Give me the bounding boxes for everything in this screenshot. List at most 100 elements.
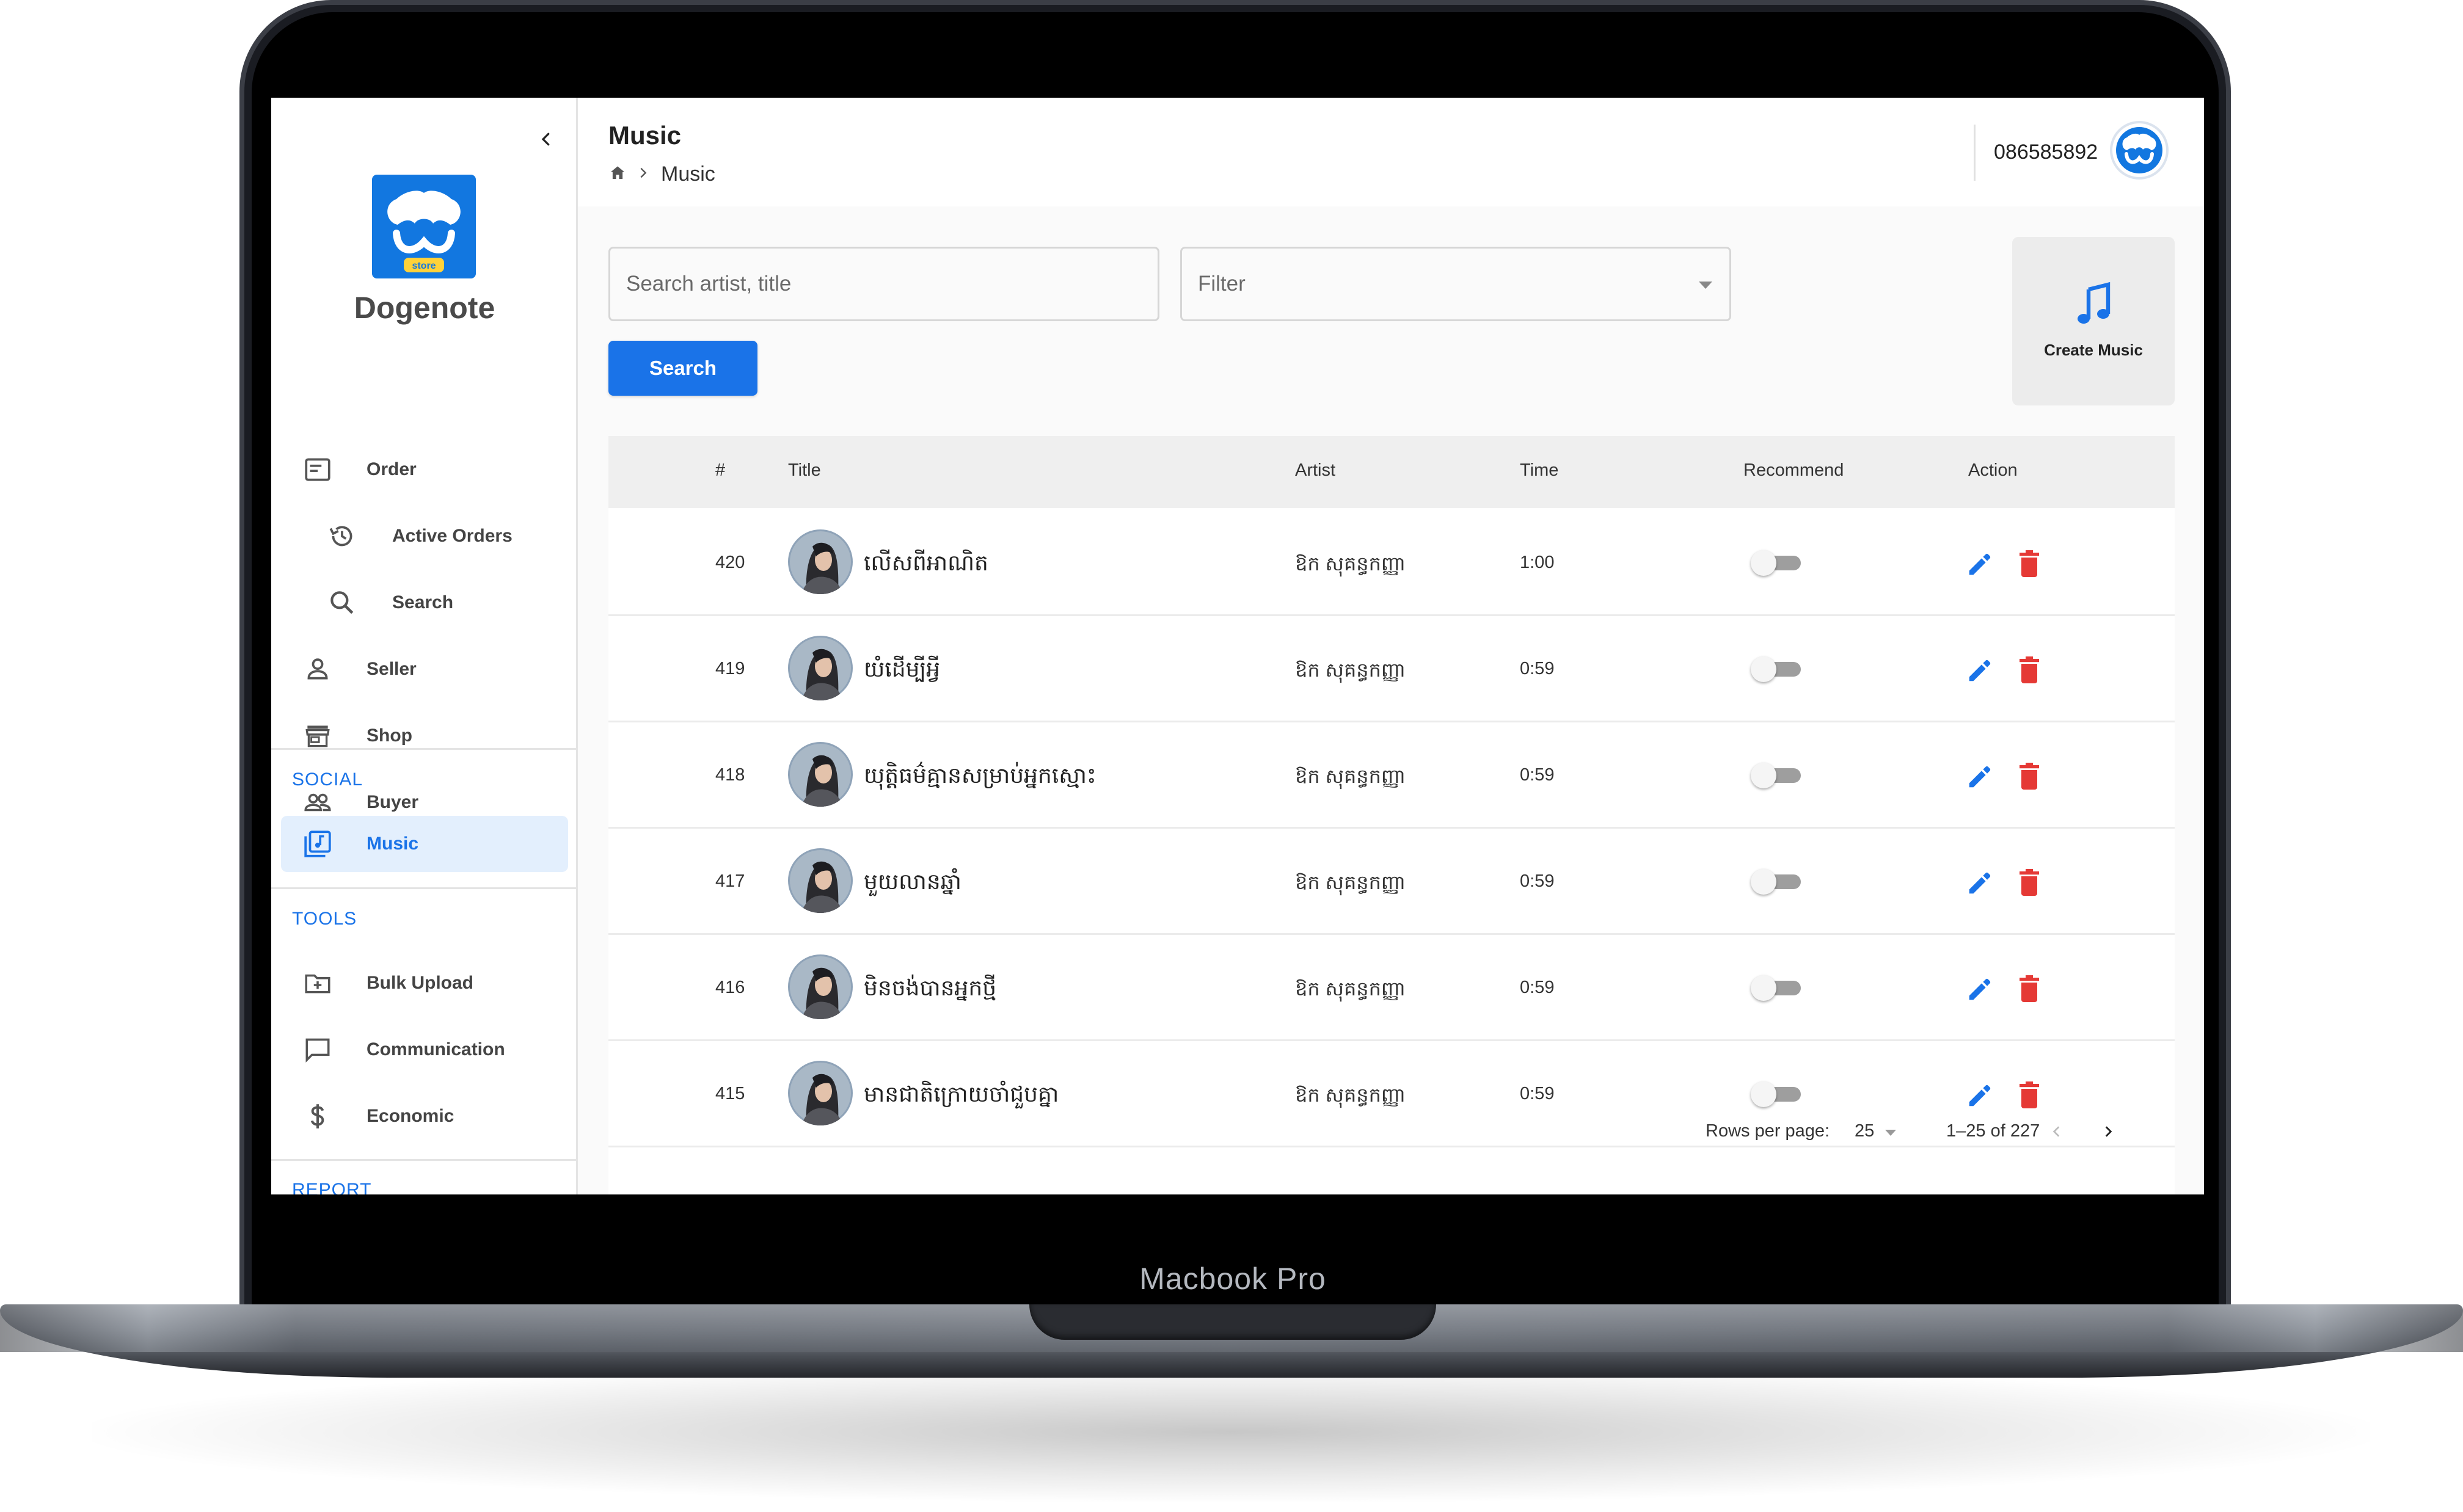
- artist-thumbnail: [788, 529, 853, 594]
- delete-icon[interactable]: [2017, 1080, 2042, 1110]
- search-icon: [324, 584, 360, 621]
- edit-icon[interactable]: [1966, 550, 1994, 578]
- edit-icon[interactable]: [1966, 656, 1994, 685]
- breadcrumb-current: Music: [661, 162, 715, 186]
- rows-per-page-select[interactable]: 25: [1855, 1121, 1874, 1141]
- table-row[interactable]: 420 លើសពីអាណិត ឱក សុគន្ធកញ្ញា 1:00: [608, 510, 2175, 616]
- row-number: 415: [715, 1084, 745, 1103]
- chevron-right-icon: [637, 166, 650, 183]
- table-row[interactable]: 416 មិនចង់បានអ្នកថ្មី ឱក សុគន្ធកញ្ញា 0:59: [608, 935, 2175, 1041]
- dropdown-caret-icon: [1885, 1130, 1896, 1136]
- sidebar-item-label: Active Orders: [392, 526, 513, 546]
- brand-name: Dogenote: [354, 291, 495, 325]
- filter-select[interactable]: Filter: [1180, 247, 1731, 321]
- sidebar-item-economic[interactable]: Economic: [281, 1088, 568, 1144]
- header-divider: [1974, 125, 1976, 181]
- song-artist: ឱក សុគន្ធកញ្ញា: [1295, 978, 1406, 1000]
- delete-icon[interactable]: [2017, 868, 2042, 897]
- search-button[interactable]: Search: [608, 341, 757, 396]
- table-row[interactable]: 418 យុត្តិធម៌គ្មានសម្រាប់អ្នកស្មោះ ឱក សុគន…: [608, 722, 2175, 829]
- row-number: 419: [715, 659, 745, 678]
- sidebar-item-label: Economic: [367, 1106, 454, 1126]
- breadcrumb: Music: [608, 159, 715, 189]
- toggle-knob: [1751, 763, 1776, 788]
- toggle-knob: [1751, 975, 1776, 1001]
- delete-icon[interactable]: [2017, 655, 2042, 685]
- sidebar-item-music[interactable]: Music: [281, 816, 568, 872]
- row-number: 418: [715, 765, 745, 785]
- row-number: 420: [715, 553, 745, 572]
- column-header-artist[interactable]: Artist: [1295, 460, 1335, 481]
- edit-icon[interactable]: [1966, 1081, 1994, 1110]
- column-header-number[interactable]: #: [715, 460, 725, 481]
- column-header-title[interactable]: Title: [788, 460, 821, 481]
- row-number: 416: [715, 978, 745, 997]
- home-icon[interactable]: [608, 164, 627, 185]
- prev-page-button[interactable]: [2042, 1116, 2072, 1147]
- artist-thumbnail: [788, 636, 853, 700]
- sidebar-item-label: Buyer: [367, 792, 419, 812]
- toggle-knob: [1751, 656, 1776, 682]
- next-page-button[interactable]: [2093, 1116, 2123, 1147]
- chevron-left-icon: [541, 133, 550, 146]
- section-label-tools: TOOLS: [292, 909, 357, 929]
- delete-icon[interactable]: [2017, 549, 2042, 578]
- chevron-left-icon: [2052, 1126, 2060, 1137]
- song-title: យុត្តិធម៌គ្មានសម្រាប់អ្នកស្មោះ: [864, 763, 1096, 788]
- sidebar-item-order[interactable]: Order: [281, 442, 568, 498]
- song-artist: ឱក សុគន្ធកញ្ញា: [1295, 553, 1406, 575]
- laptop-shadow: [92, 1362, 2370, 1502]
- sidebar-item-active-orders[interactable]: Active Orders: [281, 508, 568, 564]
- row-number: 417: [715, 871, 745, 891]
- toggle-knob: [1751, 1081, 1776, 1107]
- edit-icon[interactable]: [1966, 975, 1994, 1003]
- dropdown-caret-icon: [1699, 282, 1712, 289]
- song-artist: ឱក សុគន្ធកញ្ញា: [1295, 1084, 1406, 1106]
- edit-icon[interactable]: [1966, 763, 1994, 791]
- song-title: មួយលានឆ្នាំ: [864, 869, 961, 894]
- dollar-icon: [299, 1098, 336, 1135]
- sidebar-item-shop[interactable]: Shop: [281, 708, 568, 764]
- music-table: # Title Artist Time Recommend Action 420…: [608, 436, 2175, 1194]
- table-row[interactable]: 419 យំដើម្បីអ្វី ឱក សុគន្ធកញ្ញា 0:59: [608, 616, 2175, 722]
- song-duration: 1:00: [1520, 553, 1555, 572]
- recommend-toggle[interactable]: [1751, 763, 1802, 788]
- recommend-toggle[interactable]: [1751, 656, 1802, 682]
- sidebar-divider: [271, 1159, 576, 1161]
- rows-per-page-label: Rows per page:: [1706, 1121, 1830, 1141]
- chat-icon: [299, 1031, 336, 1068]
- sidebar-item-bulk-upload[interactable]: Bulk Upload: [281, 955, 568, 1011]
- edit-icon[interactable]: [1966, 869, 1994, 897]
- sidebar-item-label: Shop: [367, 725, 412, 746]
- create-music-button[interactable]: Create Music: [2012, 237, 2175, 405]
- sidebar-item-communication[interactable]: Communication: [281, 1022, 568, 1078]
- recommend-toggle[interactable]: [1751, 869, 1802, 895]
- delete-icon[interactable]: [2017, 761, 2042, 791]
- recommend-toggle[interactable]: [1751, 1081, 1802, 1107]
- recommend-toggle[interactable]: [1751, 550, 1802, 576]
- chevron-right-icon: [2105, 1126, 2112, 1137]
- sidebar-item-search[interactable]: Search: [281, 575, 568, 631]
- collapse-sidebar-button[interactable]: [528, 121, 564, 158]
- artist-thumbnail: [788, 954, 853, 1019]
- column-header-recommend[interactable]: Recommend: [1743, 460, 1844, 481]
- sidebar-item-label: Communication: [367, 1039, 505, 1059]
- create-music-label: Create Music: [2044, 341, 2143, 359]
- column-header-time[interactable]: Time: [1520, 460, 1558, 481]
- column-header-action: Action: [1968, 460, 2018, 480]
- sidebar-item-label: Music: [367, 834, 419, 854]
- search-input[interactable]: [608, 247, 1159, 321]
- library-music-icon: [299, 826, 336, 862]
- table-header: # Title Artist Time Recommend Action: [608, 436, 2175, 508]
- table-row[interactable]: 417 មួយលានឆ្នាំ ឱក សុគន្ធកញ្ញា 0:59: [608, 829, 2175, 935]
- sidebar-item-seller[interactable]: Seller: [281, 641, 568, 697]
- artist-thumbnail: [788, 848, 853, 913]
- avatar[interactable]: [2110, 121, 2169, 180]
- top-header: Music Music 086585892: [578, 98, 2204, 206]
- recommend-toggle[interactable]: [1751, 975, 1802, 1001]
- sidebar-item-label: Order: [367, 459, 417, 479]
- song-duration: 0:59: [1520, 659, 1555, 678]
- delete-icon[interactable]: [2017, 974, 2042, 1003]
- song-artist: ឱក សុគន្ធកញ្ញា: [1295, 765, 1406, 787]
- music-note-icon: [2075, 280, 2112, 329]
